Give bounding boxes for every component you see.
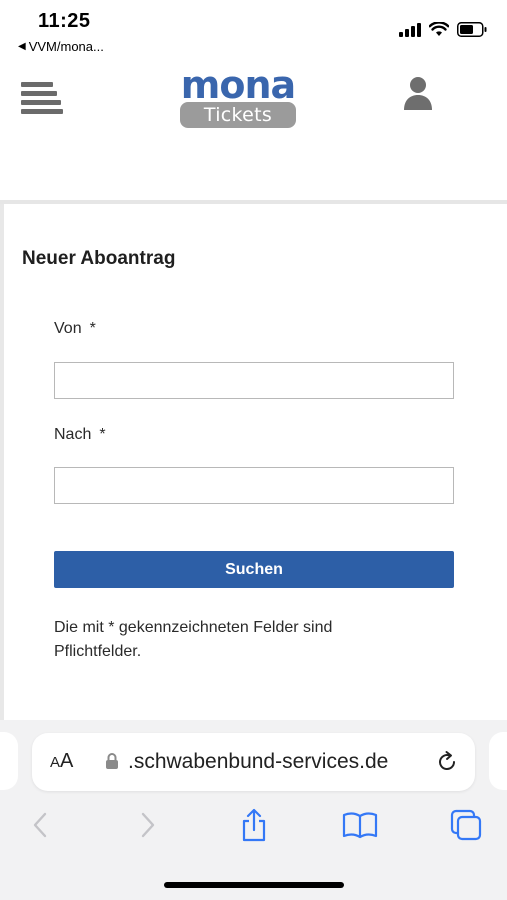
back-icon	[33, 812, 47, 838]
to-label: Nach *	[54, 426, 106, 444]
address-bar[interactable]: AA .schwabenbund-services.de	[32, 733, 475, 791]
reload-icon[interactable]	[435, 750, 459, 774]
forward-button[interactable]	[128, 804, 168, 846]
to-required-marker: *	[99, 426, 106, 443]
previous-tab-preview[interactable]	[0, 732, 18, 790]
browser-toolbar	[0, 804, 507, 850]
forward-icon	[141, 812, 155, 838]
back-app-label: VVM/mona...	[28, 39, 104, 54]
lock-icon	[106, 753, 118, 769]
cellular-signal-icon	[399, 22, 421, 37]
required-fields-hint: Die mit * gekennzeichneten Felder sind P…	[54, 619, 333, 660]
from-required-marker: *	[89, 320, 96, 337]
user-account-icon[interactable]	[402, 76, 434, 112]
reader-options-button[interactable]: AA	[50, 750, 73, 773]
next-tab-preview[interactable]	[489, 732, 507, 790]
tabs-button[interactable]	[446, 804, 486, 846]
search-button[interactable]: Suchen	[54, 551, 454, 588]
from-label: Von *	[54, 320, 96, 338]
home-indicator	[164, 882, 344, 888]
back-to-app-link[interactable]: ◀ VVM/mona...	[18, 39, 104, 54]
share-icon	[242, 808, 266, 842]
status-icons	[399, 22, 487, 37]
tabs-icon	[450, 809, 482, 841]
mona-tickets-logo[interactable]: mona Tickets	[178, 66, 298, 130]
logo-subtitle: Tickets	[180, 102, 296, 128]
page-title: Neuer Aboantrag	[22, 248, 176, 269]
battery-icon	[457, 22, 487, 37]
bookmarks-icon	[342, 812, 378, 839]
url-text[interactable]: .schwabenbund-services.de	[128, 750, 388, 774]
wifi-icon	[429, 22, 449, 36]
status-time: 11:25	[38, 10, 91, 32]
header-divider	[0, 200, 507, 204]
to-input[interactable]	[54, 467, 454, 504]
logo-wordmark: mona	[180, 63, 296, 107]
screen: 11:25 ◀ VVM/mona... mona Tickets Neuer A…	[0, 0, 507, 900]
bookmarks-button[interactable]	[340, 804, 380, 846]
hamburger-menu-icon[interactable]	[21, 82, 63, 116]
share-button[interactable]	[234, 804, 274, 846]
back-triangle-icon: ◀	[18, 41, 26, 52]
to-label-text: Nach	[54, 426, 92, 443]
from-input[interactable]	[54, 362, 454, 399]
content-left-rule	[0, 204, 4, 720]
back-button[interactable]	[20, 804, 60, 846]
from-label-text: Von	[54, 320, 82, 337]
